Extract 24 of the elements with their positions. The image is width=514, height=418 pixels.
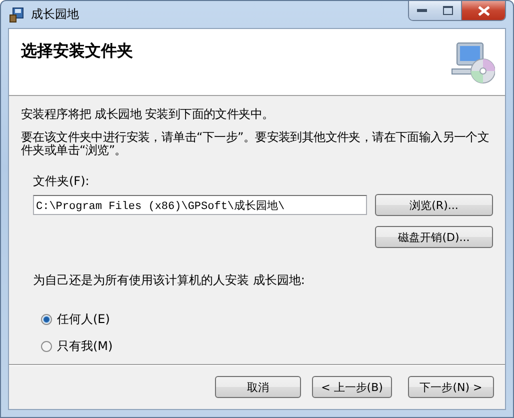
computer-disc-icon bbox=[451, 41, 495, 85]
back-button[interactable]: < 上一步(B) bbox=[312, 376, 392, 398]
folder-path-field[interactable]: C:\Program Files (x86)\GPSoft\成长园地\ bbox=[33, 195, 367, 215]
maximize-icon bbox=[443, 6, 453, 15]
installer-icon bbox=[9, 6, 25, 22]
install-scope-question: 为自己还是为所有使用该计算机的人安装 成长园地: bbox=[33, 272, 306, 289]
instructions-text: 要在该文件夹中进行安装，请单击“下一步”。要安装到其他文件夹，请在下面输入另一个文件夹或单击“浏览”。 bbox=[21, 131, 490, 157]
intro-text: 安装程序将把 成长园地 安装到下面的文件夹中。 bbox=[21, 108, 275, 121]
window-title: 成长园地 bbox=[31, 6, 80, 23]
browse-button[interactable]: 浏览(R)... bbox=[375, 194, 493, 216]
minimize-button[interactable] bbox=[409, 1, 435, 20]
close-icon bbox=[478, 6, 490, 16]
page-heading: 选择安装文件夹 bbox=[21, 41, 133, 62]
radio-button[interactable] bbox=[41, 341, 52, 352]
maximize-button[interactable] bbox=[435, 1, 461, 20]
disk-cost-button[interactable]: 磁盘开销(D)... bbox=[375, 226, 493, 248]
radio-button[interactable] bbox=[41, 314, 52, 325]
cancel-button[interactable]: 取消 bbox=[215, 376, 301, 398]
folder-label: 文件夹(F): bbox=[33, 173, 90, 190]
minimize-icon bbox=[417, 8, 427, 12]
next-button[interactable]: 下一步(N) > bbox=[408, 376, 494, 398]
close-button[interactable] bbox=[461, 1, 505, 20]
radio-label[interactable]: 只有我(M) bbox=[57, 338, 113, 355]
radio-label[interactable]: 任何人(E) bbox=[57, 311, 110, 328]
